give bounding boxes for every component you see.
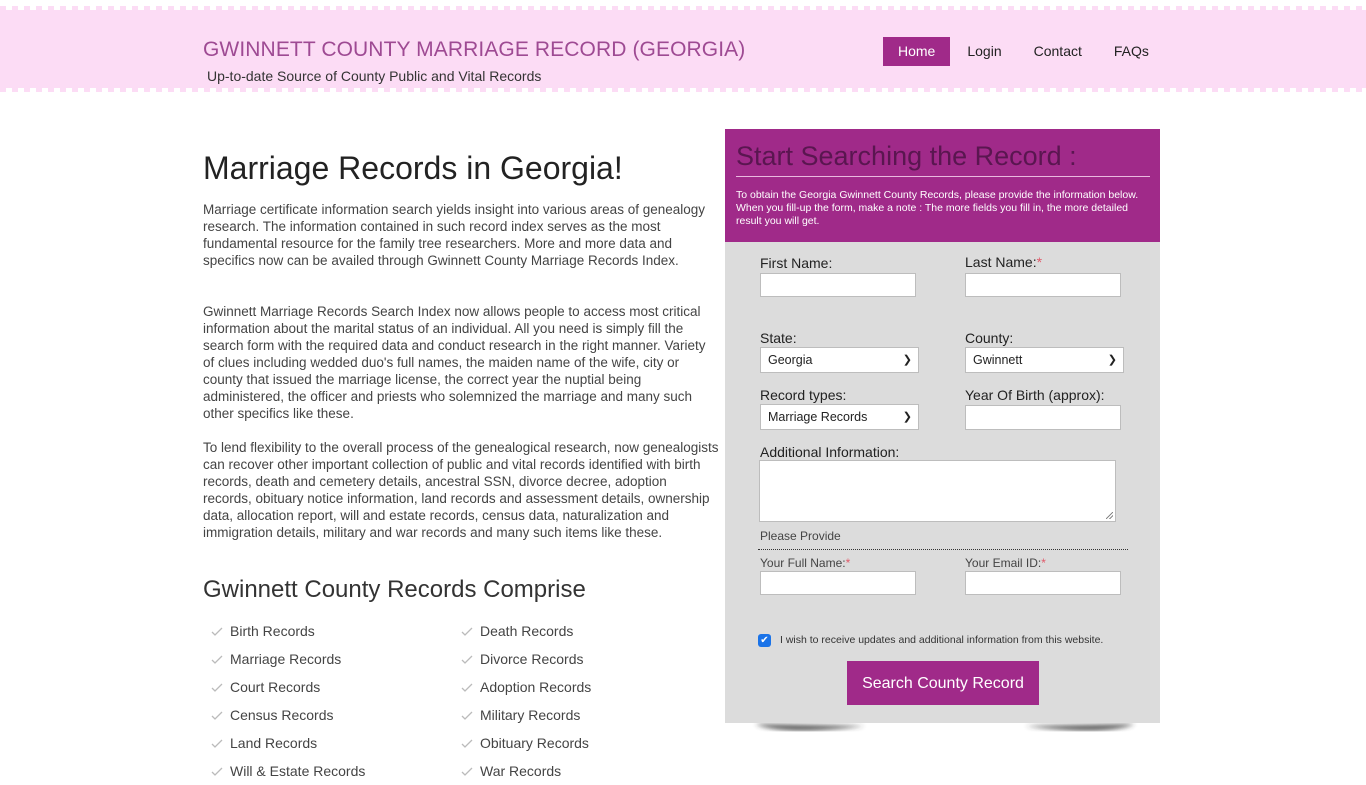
- required-marker: *: [845, 556, 851, 570]
- check-icon: [461, 655, 473, 664]
- year-of-birth-input[interactable]: [965, 405, 1121, 430]
- check-icon: [211, 683, 223, 692]
- email-label-text: Your Email ID:: [965, 556, 1042, 570]
- state-selected-value: Georgia: [768, 353, 813, 367]
- list-item: Census Records: [210, 701, 460, 729]
- email-input[interactable]: [965, 571, 1121, 595]
- search-form-panel: Start Searching the Record : To obtain t…: [725, 129, 1160, 723]
- email-label: Your Email ID:*: [965, 556, 1046, 570]
- state-select[interactable]: Georgia ❯: [760, 347, 919, 373]
- county-selected-value: Gwinnett: [973, 353, 1023, 367]
- full-name-label: Your Full Name:*: [760, 556, 850, 570]
- check-icon: [461, 627, 473, 636]
- list-item-label: Birth Records: [230, 623, 315, 639]
- list-item: Death Records: [460, 617, 630, 645]
- form-header: Start Searching the Record : To obtain t…: [725, 129, 1160, 242]
- check-icon: [211, 767, 223, 776]
- updates-checkbox-label[interactable]: I wish to receive updates and additional…: [780, 634, 1103, 646]
- list-item: War Records: [460, 757, 630, 785]
- records-title: Gwinnett County Records Comprise: [203, 576, 586, 603]
- nav-faqs[interactable]: FAQs: [1099, 37, 1164, 66]
- search-county-record-button[interactable]: Search County Record: [847, 661, 1039, 705]
- intro-paragraph-1: Marriage certificate information search …: [203, 202, 706, 268]
- chevron-down-icon: ❯: [902, 411, 912, 423]
- state-label: State:: [760, 330, 797, 346]
- check-icon: [461, 683, 473, 692]
- list-item: Obituary Records: [460, 729, 630, 757]
- additional-info-textarea[interactable]: [759, 460, 1116, 522]
- panel-shadow: [755, 724, 1135, 731]
- list-item: Birth Records: [210, 617, 460, 645]
- page-title: Marriage Records in Georgia!: [203, 150, 623, 186]
- list-item: Adoption Records: [460, 673, 630, 701]
- first-name-label-text: First Name:: [760, 255, 833, 271]
- intro-paragraph-2: Gwinnett Marriage Records Search Index n…: [203, 304, 706, 421]
- check-icon: [211, 655, 223, 664]
- year-of-birth-label: Year Of Birth (approx):: [965, 387, 1105, 403]
- list-item-label: Will & Estate Records: [230, 763, 366, 779]
- check-icon: [461, 711, 473, 720]
- form-title-divider: [736, 176, 1150, 177]
- nav-contact[interactable]: Contact: [1019, 37, 1097, 66]
- list-item: Marriage Records: [210, 645, 460, 673]
- record-types-select[interactable]: Marriage Records ❯: [760, 404, 919, 430]
- required-marker: *: [1041, 556, 1046, 570]
- form-title: Start Searching the Record :: [736, 141, 1077, 171]
- list-item-label: Obituary Records: [480, 735, 589, 751]
- first-name-label: First Name:: [760, 255, 832, 271]
- main-nav: Home Login Contact FAQs: [883, 37, 1164, 66]
- list-item-label: Census Records: [230, 707, 334, 723]
- record-types-label: Record types:: [760, 387, 847, 403]
- last-name-label: Last Name:*: [965, 254, 1042, 270]
- checkmark-icon: ✔: [760, 635, 769, 646]
- site-header: GWINNETT COUNTY MARRIAGE RECORD (GEORGIA…: [0, 6, 1366, 92]
- county-select[interactable]: Gwinnett ❯: [965, 347, 1124, 373]
- resize-grip-icon[interactable]: [1106, 512, 1113, 519]
- full-name-input[interactable]: [760, 571, 916, 595]
- nav-login[interactable]: Login: [952, 37, 1016, 66]
- list-item: Divorce Records: [460, 645, 630, 673]
- chevron-down-icon: ❯: [902, 354, 912, 366]
- first-name-input[interactable]: [760, 273, 916, 297]
- list-item-label: Court Records: [230, 679, 321, 695]
- last-name-label-text: Last Name:: [965, 254, 1037, 270]
- additional-info-label: Additional Information:: [760, 444, 900, 460]
- list-item-label: War Records: [480, 763, 562, 779]
- list-item-label: Divorce Records: [480, 651, 584, 667]
- intro-paragraph-3: To lend flexibility to the overall proce…: [203, 440, 719, 540]
- check-icon: [461, 767, 473, 776]
- list-item-label: Adoption Records: [480, 679, 592, 695]
- updates-checkbox[interactable]: ✔: [758, 634, 771, 647]
- list-item: Military Records: [460, 701, 630, 729]
- site-tagline: Up-to-date Source of County Public and V…: [207, 68, 542, 84]
- site-title[interactable]: GWINNETT COUNTY MARRIAGE RECORD (GEORGIA…: [203, 38, 745, 62]
- check-icon: [461, 739, 473, 748]
- list-item-label: Military Records: [480, 707, 581, 723]
- record-types-selected-value: Marriage Records: [768, 410, 868, 424]
- list-item-label: Marriage Records: [230, 651, 342, 667]
- form-description: To obtain the Georgia Gwinnett County Re…: [736, 189, 1139, 227]
- list-item: Land Records: [210, 729, 460, 757]
- county-label: County:: [965, 330, 1014, 346]
- list-item-label: Land Records: [230, 735, 318, 751]
- check-icon: [211, 627, 223, 636]
- list-item-label: Death Records: [480, 623, 574, 639]
- list-item: Court Records: [210, 673, 460, 701]
- last-name-input[interactable]: [965, 273, 1121, 297]
- chevron-down-icon: ❯: [1107, 354, 1117, 366]
- required-marker: *: [1036, 254, 1043, 270]
- check-icon: [211, 711, 223, 720]
- check-icon: [211, 739, 223, 748]
- list-item: Will & Estate Records: [210, 757, 460, 785]
- full-name-label-text: Your Full Name:: [760, 556, 846, 570]
- section-divider: [758, 549, 1128, 550]
- please-provide-label: Please Provide: [760, 529, 841, 543]
- records-list: Birth Records Death Records Marriage Rec…: [210, 617, 630, 785]
- nav-home[interactable]: Home: [883, 37, 951, 66]
